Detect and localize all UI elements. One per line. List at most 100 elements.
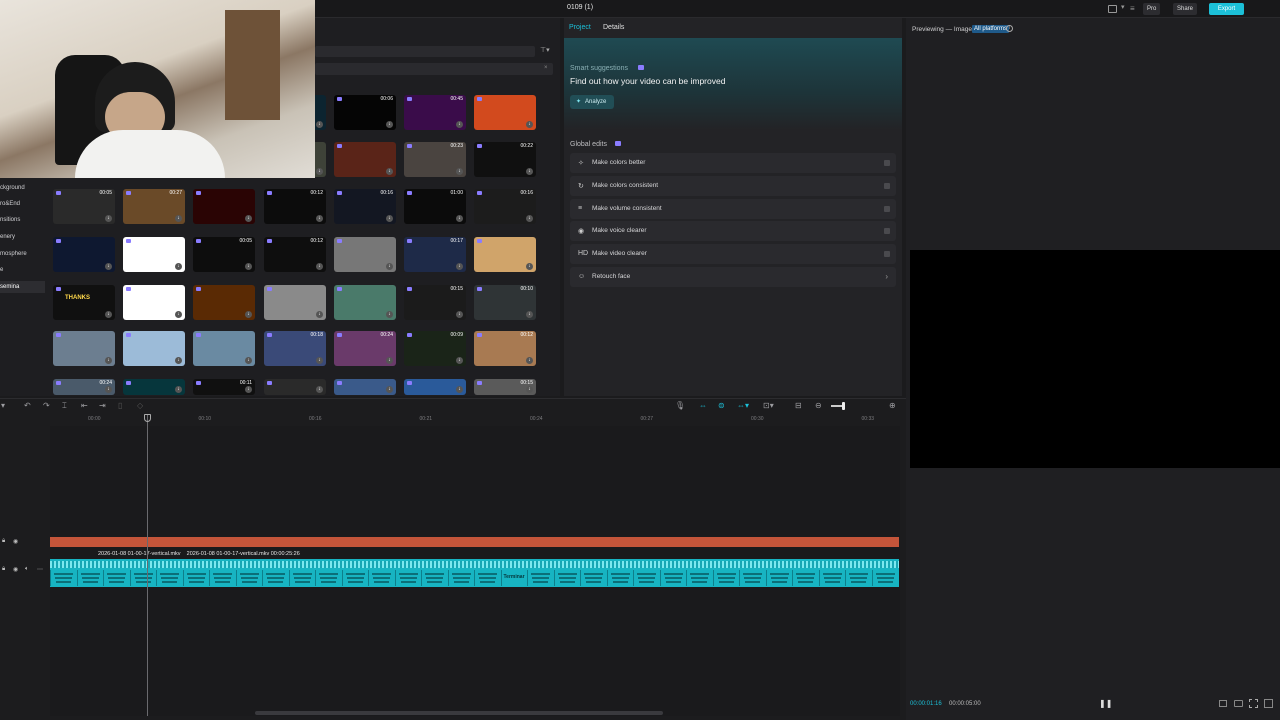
- caption-segment[interactable]: [129, 570, 156, 586]
- download-icon[interactable]: ↓: [386, 386, 393, 393]
- trim-left-icon[interactable]: ⇤: [81, 401, 88, 410]
- caption-segment[interactable]: [394, 570, 421, 586]
- download-icon[interactable]: ↓: [456, 311, 463, 318]
- caption-segment[interactable]: [580, 570, 606, 586]
- caption-segment[interactable]: [765, 570, 792, 586]
- download-icon[interactable]: ↓: [316, 263, 323, 270]
- download-icon[interactable]: ↓: [526, 215, 533, 222]
- download-icon[interactable]: ↓: [386, 357, 393, 364]
- playhead-handle[interactable]: [144, 414, 151, 422]
- download-icon[interactable]: ↓: [316, 168, 323, 175]
- global-edit-item[interactable]: ↻ Make colors consistent: [570, 175, 896, 196]
- menu-icon[interactable]: ≡: [1130, 4, 1135, 13]
- media-thumbnail[interactable]: 00:12 ↓: [264, 189, 326, 224]
- media-thumbnail[interactable]: ↓: [193, 331, 255, 366]
- download-icon[interactable]: ↓: [526, 168, 533, 175]
- media-thumbnail[interactable]: 00:16 ↓: [334, 189, 396, 224]
- media-thumbnail[interactable]: 01:00 ↓: [404, 189, 466, 224]
- global-edit-item[interactable]: ☺ Retouch face ›: [570, 267, 896, 287]
- shield-icon[interactable]: ◇: [137, 401, 143, 410]
- download-icon[interactable]: ↓: [386, 263, 393, 270]
- download-icon[interactable]: ↓: [245, 215, 252, 222]
- media-thumbnail[interactable]: 00:06 ↓: [334, 95, 396, 130]
- global-edit-item[interactable]: ✧ Make colors better: [570, 153, 896, 173]
- download-icon[interactable]: ↓: [526, 357, 533, 364]
- media-thumbnail[interactable]: 00:17 ↓: [404, 237, 466, 272]
- media-thumbnail[interactable]: THANKS ↓: [53, 285, 115, 320]
- download-icon[interactable]: ↓: [175, 263, 182, 270]
- category-item[interactable]: semina: [0, 281, 45, 293]
- media-thumbnail[interactable]: 00:12 ↓: [474, 331, 536, 366]
- caption-segment[interactable]: [606, 570, 633, 586]
- media-thumbnail[interactable]: 00:09 ↓: [404, 331, 466, 366]
- download-icon[interactable]: ↓: [386, 311, 393, 318]
- media-thumbnail[interactable]: 00:16 ↓: [474, 189, 536, 224]
- media-thumbnail[interactable]: 00:05 ↓: [53, 189, 115, 224]
- snap-icon[interactable]: ⇔▾: [737, 401, 749, 410]
- playhead[interactable]: [147, 414, 148, 716]
- tab-project[interactable]: Project: [569, 24, 591, 31]
- download-icon[interactable]: ↓: [526, 386, 533, 393]
- filter-icon[interactable]: ⊤▾: [540, 46, 550, 54]
- pause-icon[interactable]: ❚❚: [1099, 699, 1112, 708]
- expand-icon[interactable]: [1264, 699, 1273, 708]
- download-icon[interactable]: ↓: [105, 311, 112, 318]
- download-icon[interactable]: ↓: [245, 357, 252, 364]
- global-edit-item[interactable]: HD Make video clearer: [570, 244, 896, 265]
- media-thumbnail[interactable]: ↓: [474, 95, 536, 130]
- eye-icon[interactable]: ◉: [13, 538, 18, 545]
- download-icon[interactable]: ↓: [105, 263, 112, 270]
- zoom-out-icon[interactable]: ⊖: [815, 401, 822, 410]
- caption-segment[interactable]: [871, 570, 898, 586]
- media-thumbnail[interactable]: 00:12 ↓: [264, 237, 326, 272]
- tab-details[interactable]: Details: [603, 24, 624, 31]
- category-item[interactable]: enery: [0, 231, 45, 243]
- download-icon[interactable]: ↓: [526, 311, 533, 318]
- preview-axis-icon[interactable]: ⊡▾: [763, 401, 774, 410]
- caption-segment[interactable]: [527, 570, 553, 586]
- media-thumbnail[interactable]: ↓: [264, 285, 326, 320]
- caption-segment[interactable]: [421, 570, 447, 586]
- download-icon[interactable]: ↓: [245, 386, 252, 393]
- category-item[interactable]: mosphere: [0, 248, 45, 260]
- download-icon[interactable]: ↓: [526, 263, 533, 270]
- ratio-icon[interactable]: [1219, 700, 1227, 707]
- link-icon[interactable]: ⇔: [699, 401, 707, 410]
- download-icon[interactable]: ↓: [105, 357, 112, 364]
- caption-segment[interactable]: [686, 570, 712, 586]
- media-thumbnail[interactable]: ↓: [123, 237, 185, 272]
- zoom-slider-handle[interactable]: [842, 402, 845, 410]
- caption-segment[interactable]: [368, 570, 394, 586]
- fullscreen-icon[interactable]: [1249, 699, 1258, 708]
- download-icon[interactable]: ↓: [175, 386, 182, 393]
- caption-segment[interactable]: [845, 570, 871, 586]
- global-edit-item[interactable]: ≡ Make volume consistent: [570, 198, 896, 219]
- info-icon[interactable]: i: [1006, 25, 1013, 32]
- captions-icon[interactable]: [1234, 700, 1243, 707]
- caption-segment[interactable]: [818, 570, 845, 586]
- global-edit-item[interactable]: ◉ Make voice clearer: [570, 221, 896, 242]
- mic-icon[interactable]: 🎙︎: [675, 401, 685, 410]
- media-thumbnail[interactable]: ↓: [334, 237, 396, 272]
- caption-segment[interactable]: [633, 570, 659, 586]
- media-thumbnail[interactable]: 00:18 ↓: [264, 331, 326, 366]
- download-icon[interactable]: ↓: [105, 386, 112, 393]
- audio-icon[interactable]: 🔈︎: [25, 566, 29, 573]
- caption-segment[interactable]: Terminar: [500, 570, 527, 586]
- media-thumbnail[interactable]: ↓: [123, 285, 185, 320]
- toggle-switch[interactable]: [884, 205, 890, 212]
- eye-icon[interactable]: ◉: [13, 566, 18, 573]
- zoom-in-icon[interactable]: ⊕: [889, 401, 896, 410]
- media-thumbnail[interactable]: 00:05 ↓: [193, 237, 255, 272]
- caption-segment[interactable]: [341, 570, 368, 586]
- toggle-switch[interactable]: [884, 160, 890, 166]
- captions-toggle-icon[interactable]: ⊟: [795, 401, 802, 410]
- more-icon[interactable]: ⋯: [37, 566, 43, 573]
- analyze-button[interactable]: ✦ Analyze: [570, 95, 614, 109]
- category-item[interactable]: ro&End: [0, 198, 45, 210]
- download-icon[interactable]: ↓: [386, 121, 393, 128]
- download-icon[interactable]: ↓: [386, 215, 393, 222]
- close-icon[interactable]: ×: [544, 65, 548, 71]
- caption-segment[interactable]: [659, 570, 686, 586]
- platform-badge[interactable]: All platforms: [972, 25, 1010, 33]
